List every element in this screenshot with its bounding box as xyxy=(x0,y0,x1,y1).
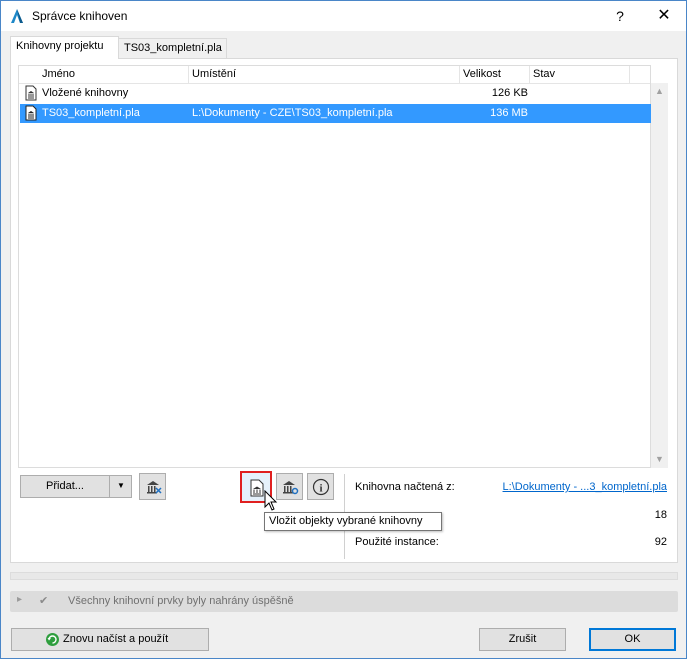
row-size: 136 MB xyxy=(490,107,528,119)
used-instances-value: 92 xyxy=(654,536,667,548)
used-objects-value: 18 xyxy=(654,509,667,521)
library-remove-icon xyxy=(147,481,162,494)
add-button-label: Přidat... xyxy=(46,480,84,492)
library-file-icon xyxy=(25,85,37,101)
list-row-ts03[interactable]: TS03_kompletní.pla L:\Dokumenty - CZE\TS… xyxy=(20,104,651,123)
status-message: Všechny knihovní prvky byly nahrány úspě… xyxy=(68,595,294,607)
tooltip: Vložit objekty vybrané knihovny xyxy=(264,512,442,531)
status-bar[interactable]: ▸ ✔ Všechny knihovní prvky byly nahrány … xyxy=(10,591,678,612)
remove-library-button[interactable] xyxy=(139,473,166,500)
ok-button[interactable]: OK xyxy=(589,628,676,651)
reload-icon xyxy=(46,633,59,646)
library-list[interactable]: Jméno Umístění Velikost Stav Vložené kni… xyxy=(18,65,651,468)
expand-arrow-icon[interactable]: ▸ xyxy=(17,594,22,605)
tab-ts03-library[interactable]: TS03_kompletní.pla xyxy=(118,38,227,58)
library-manager-dialog: Správce knihoven ? ✕ Knihovny projektu T… xyxy=(0,0,687,659)
help-button[interactable]: ? xyxy=(607,5,633,27)
row-name: TS03_kompletní.pla xyxy=(42,107,140,119)
check-icon: ✔ xyxy=(39,595,49,607)
column-header-location[interactable]: Umístění xyxy=(189,68,236,84)
info-glyph: i xyxy=(319,483,322,495)
scroll-up-arrow-icon[interactable]: ▲ xyxy=(651,83,668,100)
library-file-icon xyxy=(25,105,37,121)
column-header-size[interactable]: Velikost xyxy=(460,68,501,84)
list-header: Jméno Umístění Velikost Stav xyxy=(19,66,650,84)
progress-separator xyxy=(10,572,678,580)
reload-button-label: Znovu načíst a použít xyxy=(63,633,169,645)
loaded-from-link[interactable]: L:\Dokumenty - ...3_kompletní.pla xyxy=(471,481,667,493)
mouse-cursor-icon xyxy=(264,490,278,511)
reload-and-apply-button[interactable]: Znovu načíst a použít xyxy=(11,628,209,651)
scroll-down-arrow-icon[interactable]: ▼ xyxy=(651,451,668,468)
loaded-from-label: Knihovna načtená z: xyxy=(355,481,455,493)
tab-project-libraries[interactable]: Knihovny projektu xyxy=(10,36,119,59)
list-scrollbar[interactable]: ▲ ▼ xyxy=(651,83,668,468)
row-location: L:\Dokumenty - CZE\TS03_kompletní.pla xyxy=(192,107,393,119)
column-divider[interactable] xyxy=(629,66,630,84)
chevron-down-icon[interactable]: ▼ xyxy=(111,481,131,490)
window-title: Správce knihoven xyxy=(32,9,128,23)
library-settings-icon xyxy=(283,481,299,495)
info-icon: i xyxy=(312,478,330,496)
cancel-button[interactable]: Zrušit xyxy=(479,628,566,651)
title-bar: Správce knihoven ? ✕ xyxy=(1,1,686,31)
row-size: 126 KB xyxy=(491,87,528,99)
row-name: Vložené knihovny xyxy=(42,87,129,99)
add-library-button[interactable]: Přidat... ▼ xyxy=(20,475,132,498)
close-button[interactable]: ✕ xyxy=(651,5,677,27)
split-divider xyxy=(109,476,110,497)
library-settings-button[interactable] xyxy=(276,473,303,500)
list-row-embedded-libraries[interactable]: Vložené knihovny 126 KB xyxy=(20,84,651,103)
column-header-name[interactable]: Jméno xyxy=(39,68,75,84)
archicad-app-icon xyxy=(11,9,23,23)
column-header-status[interactable]: Stav xyxy=(530,68,555,84)
info-button[interactable]: i xyxy=(307,473,334,500)
used-instances-label: Použité instance: xyxy=(355,536,439,548)
